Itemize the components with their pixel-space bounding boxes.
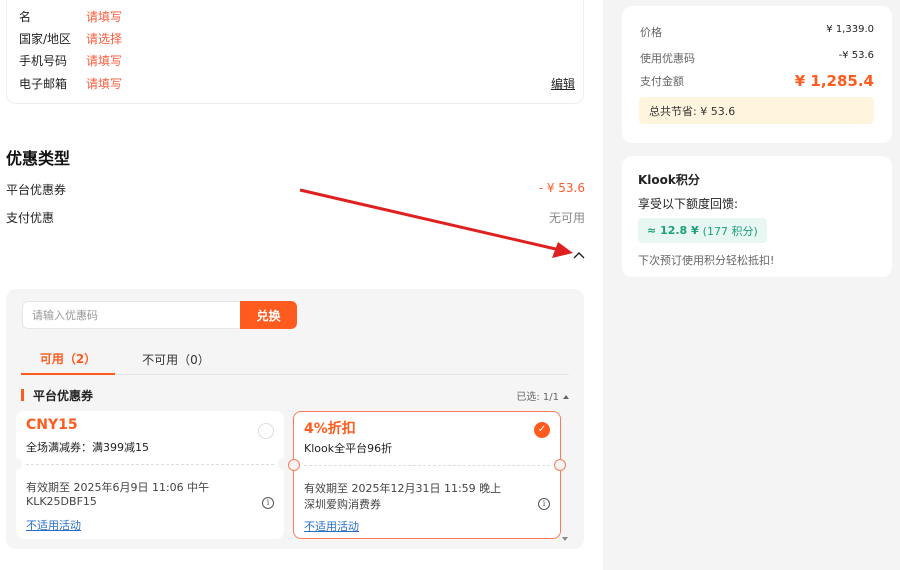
discount-value: -¥ 53.6 xyxy=(838,50,874,61)
caret-up-icon xyxy=(563,394,569,399)
payment-discount-value: 无可用 xyxy=(548,211,585,225)
platform-coupon-value: - ¥ 53.6 xyxy=(538,181,585,195)
coupon-divider xyxy=(304,465,550,466)
coupon-code: 深圳爱购消费券 xyxy=(304,498,381,511)
coupon-card-cny15[interactable]: CNY15 全场满减券：满399减15 有效期至 2025年6月9日 11:06… xyxy=(10,411,290,539)
klook-points-card: Klook积分 享受以下额度回馈: ≈ 12.8 ¥ (177 积分) 下次预订… xyxy=(622,156,892,277)
price-row: 价格 ¥ 1,339.0 xyxy=(640,24,874,40)
discount-label: 使用优惠码 xyxy=(640,52,695,65)
coupon-divider xyxy=(26,464,274,465)
coupon-card-4pct[interactable]: 4%折扣 Klook全平台96折 ✓ 有效期至 2025年12月31日 11:5… xyxy=(288,411,566,539)
accent-bar xyxy=(21,389,24,401)
coupon-expiry: 有效期至 2025年6月9日 11:06 中午 xyxy=(26,481,210,494)
contact-row-name[interactable]: 名 请填写 xyxy=(19,6,575,26)
coupon-desc: 全场满减券：满399减15 xyxy=(26,441,149,454)
platform-coupon-row[interactable]: 平台优惠券 - ¥ 53.6 xyxy=(6,181,585,198)
klook-points-badge: ≈ 12.8 ¥ (177 积分) xyxy=(638,218,767,243)
contact-row-phone[interactable]: 手机号码 请填写 xyxy=(19,50,575,70)
price-value: ¥ 1,339.0 xyxy=(826,24,874,35)
scroll-down-icon[interactable] xyxy=(562,537,568,541)
total-label: 支付金额 xyxy=(640,75,684,88)
price-summary-card: 价格 ¥ 1,339.0 使用优惠码 -¥ 53.6 支付金额 ¥ 1,285.… xyxy=(622,6,892,143)
points-count: (177 积分) xyxy=(702,224,758,238)
coupon-title: CNY15 xyxy=(26,417,78,433)
selected-count: 已选: 1/1 xyxy=(516,391,559,403)
inapplicable-activities-link[interactable]: 不适用活动 xyxy=(304,518,359,534)
info-icon[interactable]: i xyxy=(538,498,550,510)
chevron-up-icon[interactable] xyxy=(572,250,586,260)
coupon-radio[interactable] xyxy=(258,423,274,439)
price-label: 价格 xyxy=(640,26,662,39)
klook-points-footer: 下次预订使用积分轻松抵扣! xyxy=(638,254,775,267)
coupon-desc: Klook全平台96折 xyxy=(304,442,393,455)
edit-contact-link[interactable]: 编辑 xyxy=(551,75,575,92)
order-summary-column: 价格 ¥ 1,339.0 使用优惠码 -¥ 53.6 支付金额 ¥ 1,285.… xyxy=(603,0,900,570)
payment-discount-row: 支付优惠 无可用 xyxy=(6,209,585,226)
tab-unavailable[interactable]: 不可用（0） xyxy=(131,343,221,375)
payment-discount-label: 支付优惠 xyxy=(6,211,55,225)
total-value: ¥ 1,285.4 xyxy=(794,72,874,90)
checkout-main: 名 请填写 国家/地区 请选择 手机号码 请填写 电子邮箱 请填写 编辑 优惠类… xyxy=(0,0,603,570)
coupon-tabs: 可用（2） 不可用（0） xyxy=(21,343,569,375)
contact-label: 手机号码 xyxy=(19,53,68,68)
contact-value: 请选择 xyxy=(86,31,123,46)
contact-value: 请填写 xyxy=(86,9,123,24)
tab-available[interactable]: 可用（2） xyxy=(21,343,115,375)
coupon-notch xyxy=(554,459,566,471)
savings-banner: 总共节省: ¥ 53.6 xyxy=(639,97,874,124)
coupon-code: KLK25DBF15 xyxy=(26,495,97,508)
contact-label: 电子邮箱 xyxy=(19,76,68,91)
coupon-group-title: 平台优惠券 xyxy=(33,388,94,403)
contact-row-email[interactable]: 电子邮箱 请填写 编辑 xyxy=(19,73,575,93)
info-icon[interactable]: i xyxy=(262,497,274,509)
coupon-expiry: 有效期至 2025年12月31日 11:59 晚上 xyxy=(304,482,502,495)
contact-label: 国家/地区 xyxy=(19,31,72,46)
klook-points-subtitle: 享受以下额度回馈: xyxy=(638,197,739,211)
contact-info-card: 名 请填写 国家/地区 请选择 手机号码 请填写 电子邮箱 请填写 编辑 xyxy=(6,0,584,104)
contact-value: 请填写 xyxy=(86,53,123,68)
promo-code-input[interactable] xyxy=(22,301,242,329)
platform-coupon-label: 平台优惠券 xyxy=(6,183,67,197)
contact-value: 请填写 xyxy=(86,76,123,91)
checkmark-icon[interactable]: ✓ xyxy=(534,422,550,438)
coupon-group-toggle[interactable]: 已选: 1/1 xyxy=(516,388,569,403)
discount-row: 使用优惠码 -¥ 53.6 xyxy=(640,50,874,66)
klook-points-title: Klook积分 xyxy=(638,173,700,187)
contact-label: 名 xyxy=(19,9,32,24)
coupon-notch xyxy=(10,458,22,470)
redeem-button[interactable]: 兑换 xyxy=(240,301,297,329)
total-row: 支付金额 ¥ 1,285.4 xyxy=(640,72,874,90)
inapplicable-activities-link[interactable]: 不适用活动 xyxy=(26,517,81,533)
contact-row-country[interactable]: 国家/地区 请选择 xyxy=(19,28,575,48)
coupon-group-header: 平台优惠券 已选: 1/1 xyxy=(21,387,569,403)
coupon-title: 4%折扣 xyxy=(304,421,356,437)
coupon-panel: 兑换 可用（2） 不可用（0） 平台优惠券 已选: 1/1 CNY15 全场满减… xyxy=(6,289,584,549)
coupon-notch xyxy=(288,459,300,471)
promo-section-title: 优惠类型 xyxy=(6,149,71,168)
points-value: ≈ 12.8 ¥ xyxy=(647,224,699,237)
